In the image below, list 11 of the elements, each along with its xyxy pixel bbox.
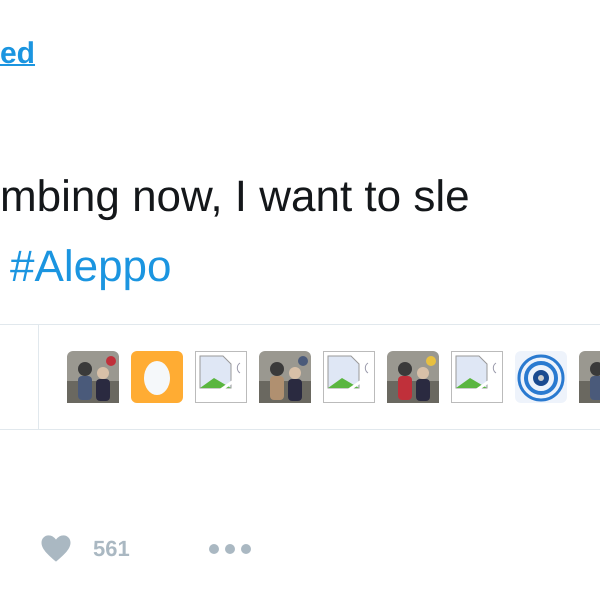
broken-image-icon[interactable] — [323, 351, 375, 403]
emblem-icon[interactable] — [515, 351, 567, 403]
tweet-text: mbing now, I want to sle — [0, 171, 471, 223]
like-icon[interactable] — [40, 534, 72, 563]
more-icon[interactable] — [208, 542, 252, 556]
broken-image-icon[interactable] — [195, 351, 247, 403]
broken-image-icon[interactable] — [451, 351, 503, 403]
hashtag-link[interactable]: #Aleppo — [0, 232, 600, 302]
default-avatar-icon[interactable] — [131, 351, 183, 403]
like-count: 561 — [93, 536, 130, 562]
author-name-link[interactable]: ed — [0, 36, 36, 72]
